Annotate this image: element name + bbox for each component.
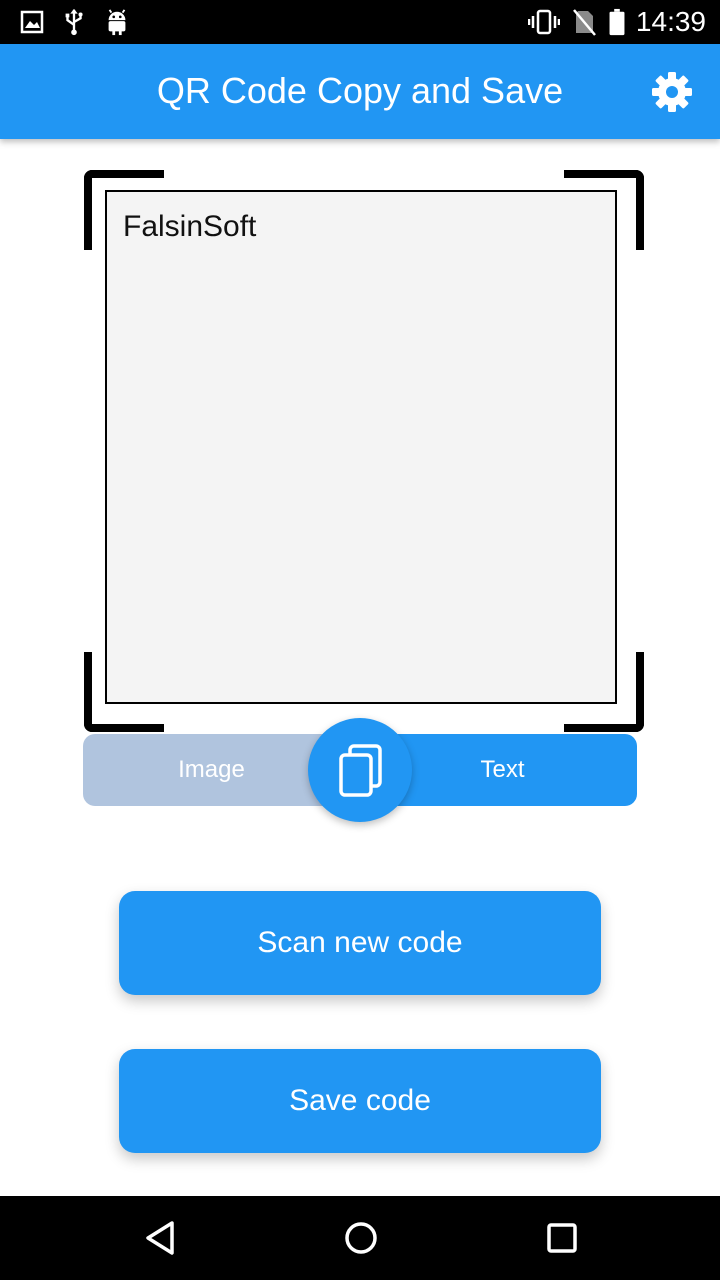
nav-back-button[interactable] — [140, 1218, 180, 1258]
nav-recents-button[interactable] — [542, 1218, 582, 1258]
android-icon — [108, 9, 126, 36]
vibrate-icon — [528, 9, 560, 35]
app-bar: QR Code Copy and Save — [0, 44, 720, 139]
copy-icon — [339, 744, 382, 797]
recents-icon — [547, 1223, 577, 1253]
no-sim-icon — [573, 9, 596, 36]
navigation-bar — [0, 1196, 720, 1280]
gear-icon — [652, 72, 692, 112]
status-bar: 14:39 — [0, 0, 720, 44]
nav-home-button[interactable] — [341, 1218, 381, 1258]
tab-text-label: Text — [480, 756, 525, 783]
scan-result-text: FalsinSoft — [123, 210, 257, 243]
scan-result-text-area[interactable]: FalsinSoft — [105, 190, 617, 704]
copy-button[interactable] — [308, 718, 412, 822]
tab-image-label: Image — [178, 756, 245, 783]
gallery-icon — [20, 10, 44, 34]
scan-new-code-button[interactable]: Scan new code — [119, 891, 601, 995]
app-title: QR Code Copy and Save — [156, 70, 564, 111]
save-code-button[interactable]: Save code — [119, 1049, 601, 1153]
status-clock: 14:39 — [635, 6, 706, 37]
back-icon — [146, 1221, 174, 1255]
settings-button[interactable] — [650, 70, 694, 114]
usb-icon — [65, 8, 83, 36]
home-icon — [345, 1222, 377, 1254]
battery-icon — [609, 8, 625, 36]
